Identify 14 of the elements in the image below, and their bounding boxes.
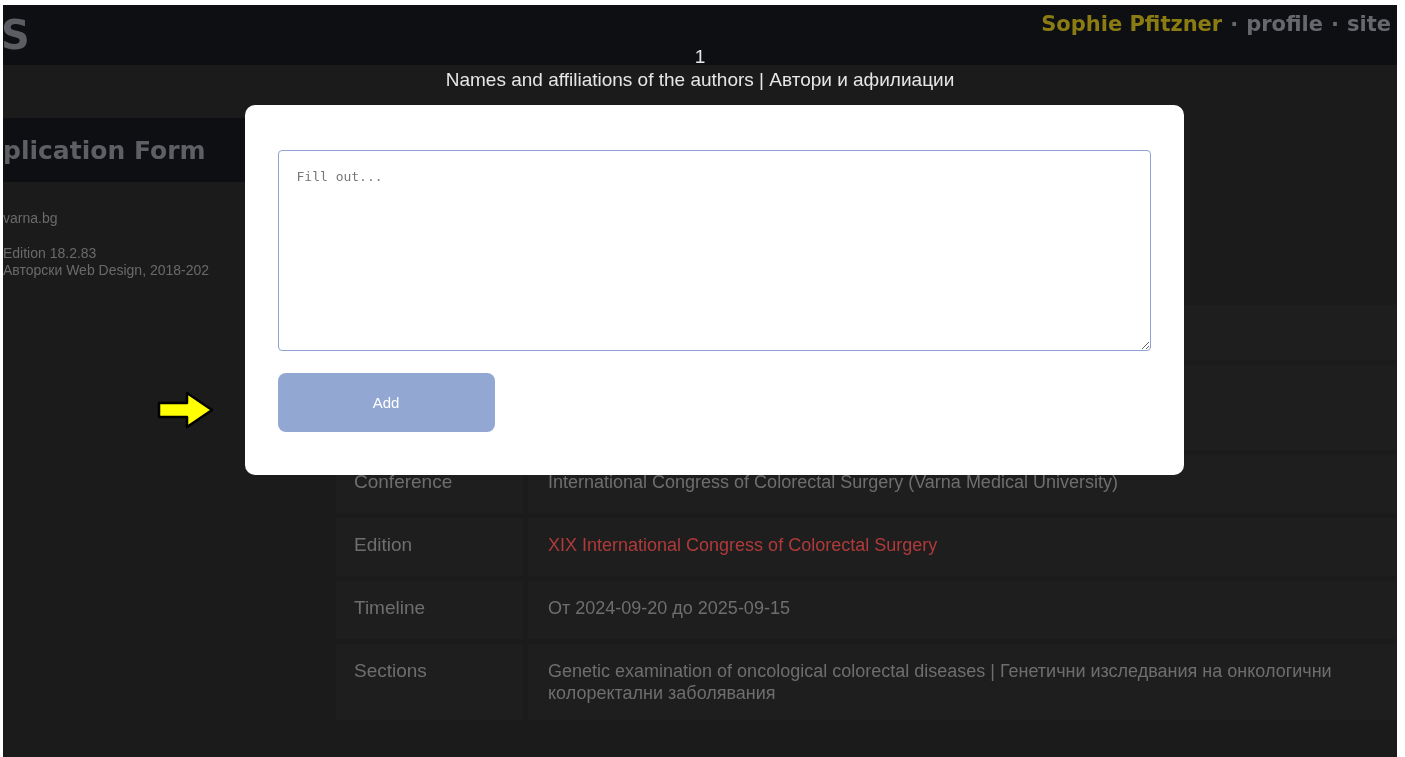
page-title: plication Form [3,118,248,182]
step-number: 1 [694,47,706,67]
nav-link[interactable]: profile [1246,12,1324,36]
separator-dot: · [1230,12,1239,36]
logo: S [3,12,30,58]
sidebar-text: varna.bg [3,210,59,227]
sidebar-text: Авторски Web Design, 2018-202 [3,262,211,279]
user-name[interactable]: Sophie Pfitzner [1041,12,1223,36]
arrow-icon [157,390,215,430]
nav-link[interactable]: site [1347,12,1391,36]
modal-title: Names and affiliations of the authors | Автори и афилиации [445,68,955,92]
sidebar-text: Edition 18.2.83 [3,245,98,262]
separator-dot: · [1331,12,1339,36]
text-area[interactable]: Fill out... [277,150,1151,351]
